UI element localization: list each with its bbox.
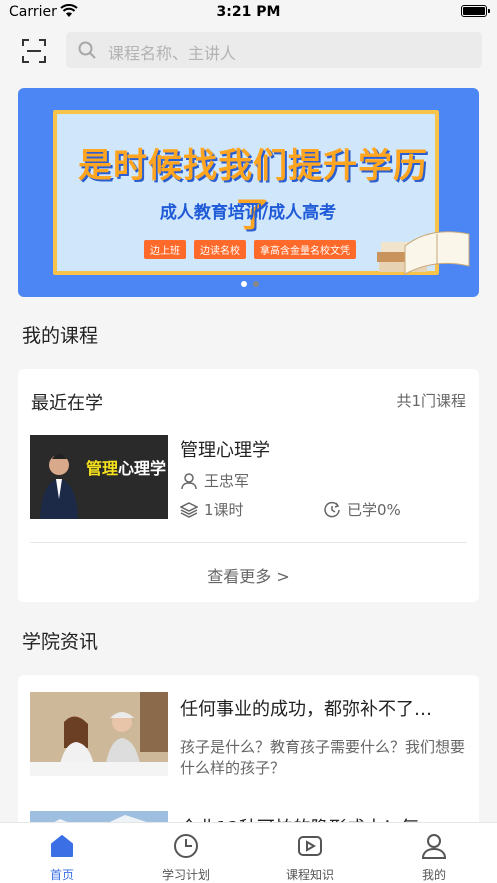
banner-pager[interactable] <box>241 281 259 287</box>
progress-clock-icon <box>324 501 340 517</box>
learning-progress: 已学0% <box>347 501 401 519</box>
lesson-count: 1课时 <box>204 501 244 519</box>
search-placeholder: 课程名称、主讲人 <box>108 44 237 63</box>
tab-label: 学习计划 <box>161 868 210 882</box>
promo-banner[interactable]: 是时候找我们提升学历了 成人教育培训/成人高考 边上班 边读名校 拿高含金量名校… <box>18 88 479 297</box>
tab-label: 课程知识 <box>285 868 334 882</box>
lecturer-photo <box>40 454 78 519</box>
recent-learning-title: 最近在学 <box>31 393 103 414</box>
pager-dot-active[interactable] <box>241 281 247 287</box>
scan-icon[interactable] <box>22 39 46 63</box>
search-icon <box>78 41 96 59</box>
tab-label: 我的 <box>421 868 446 882</box>
pager-dot[interactable] <box>253 281 259 287</box>
video-icon <box>298 836 322 856</box>
banner-subline: 成人教育培训/成人高考 <box>159 203 337 223</box>
tab-mine[interactable]: 我的 <box>372 823 496 883</box>
user-icon <box>181 472 197 489</box>
recent-learning-card: 最近在学 共1门课程 管理心理学 管理心理学 王忠军 1课时 已学0% 查看更多… <box>18 369 479 602</box>
clock-time: 3:21 PM <box>216 4 281 20</box>
tab-study-plan[interactable]: 学习计划 <box>124 823 248 883</box>
thumbnail-title: 管理心理学 <box>86 455 166 479</box>
banner-tag: 拿高含金量名校文凭 <box>254 240 356 259</box>
teacher-row: 王忠军 <box>180 470 249 491</box>
course-thumbnail[interactable]: 管理心理学 <box>30 435 168 519</box>
tab-label: 首页 <box>49 868 74 882</box>
my-courses-title: 我的课程 <box>22 325 99 347</box>
news-section-title: 学院资讯 <box>22 631 99 653</box>
battery-icon <box>461 5 490 17</box>
search-input[interactable]: 课程名称、主讲人 <box>66 32 482 68</box>
tab-bar: 首页 学习计划 课程知识 我的 <box>0 822 497 883</box>
tab-home[interactable]: 首页 <box>0 823 124 883</box>
banner-tag: 边读名校 <box>194 240 246 259</box>
layers-icon <box>180 501 198 518</box>
status-bar: Carrier 3:21 PM <box>0 0 497 24</box>
news-thumbnail[interactable] <box>30 692 168 776</box>
view-more-link[interactable]: 查看更多 > <box>18 563 479 587</box>
lessons-row: 1课时 <box>180 499 244 520</box>
news-title[interactable]: 任何事业的成功，都弥补不了… <box>180 695 432 721</box>
progress-row: 已学0% <box>323 499 401 520</box>
course-name[interactable]: 管理心理学 <box>180 436 270 462</box>
teacher-name: 王忠军 <box>204 472 250 490</box>
thumbnail-title-a: 管理 <box>86 459 119 478</box>
tab-course-knowledge[interactable]: 课程知识 <box>248 823 372 883</box>
banner-tags: 边上班 边读名校 拿高含金量名校文凭 <box>144 240 356 259</box>
thumbnail-title-b: 心理学 <box>118 459 167 478</box>
course-count: 共1门课程 <box>396 392 466 410</box>
news-card: 任何事业的成功，都弥补不了… 孩子是什么？教育孩子需要什么？我们想要什么样的孩子… <box>18 675 479 883</box>
divider <box>30 542 467 543</box>
user-icon <box>421 834 447 859</box>
book-illustration <box>377 231 470 275</box>
home-icon <box>51 835 73 857</box>
clock-icon <box>174 834 198 858</box>
top-bar: 课程名称、主讲人 <box>0 28 497 74</box>
news-photo <box>30 692 168 776</box>
news-description: 孩子是什么？教育孩子需要什么？我们想要什么样的孩子？ <box>180 738 466 777</box>
banner-tag: 边上班 <box>144 240 186 259</box>
